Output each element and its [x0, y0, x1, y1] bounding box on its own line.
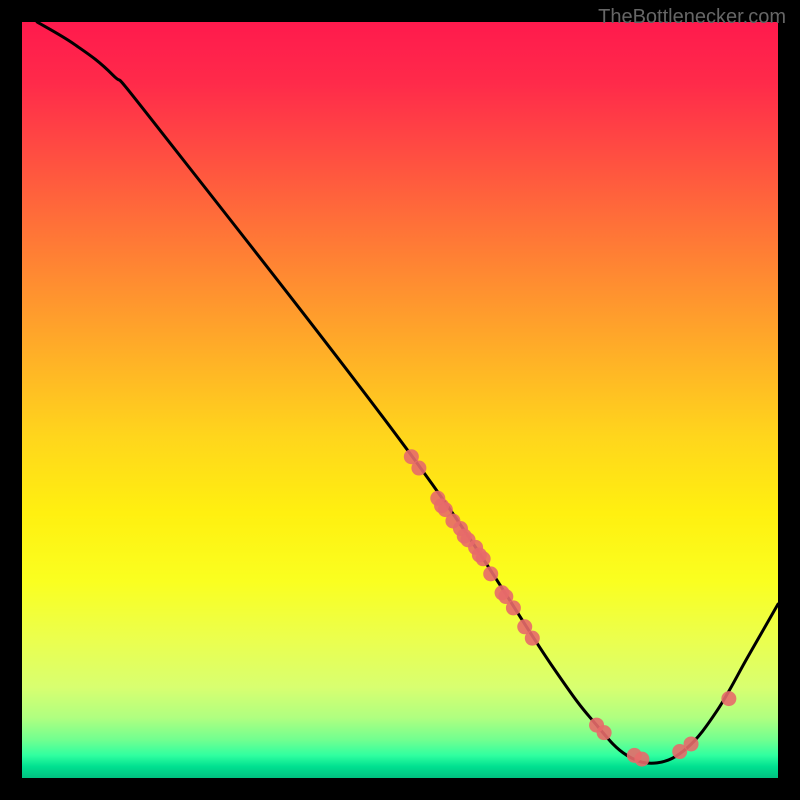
- data-marker: [483, 566, 498, 581]
- watermark-text: TheBottlenecker.com: [598, 6, 786, 29]
- data-marker: [684, 736, 699, 751]
- data-marker: [597, 725, 612, 740]
- bottleneck-curve: [37, 22, 778, 763]
- data-markers: [404, 449, 737, 766]
- data-marker: [721, 691, 736, 706]
- curve-path: [37, 22, 778, 763]
- data-marker: [525, 631, 540, 646]
- data-marker: [476, 551, 491, 566]
- plot-area: [22, 22, 778, 778]
- data-marker: [506, 600, 521, 615]
- data-marker: [634, 752, 649, 767]
- chart-svg: [22, 22, 778, 778]
- data-marker: [411, 461, 426, 476]
